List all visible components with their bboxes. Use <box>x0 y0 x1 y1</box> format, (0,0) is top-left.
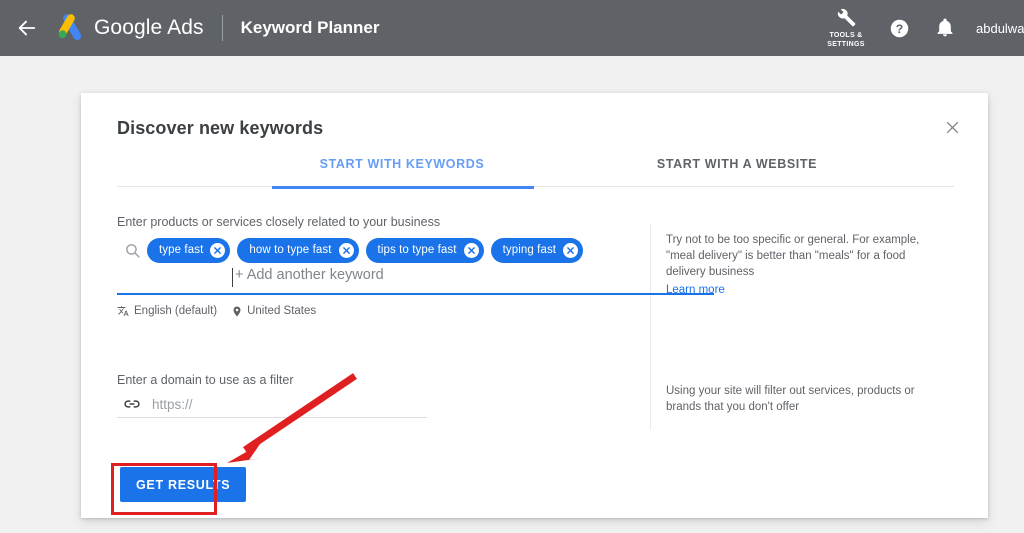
tab-start-with-keywords[interactable]: START WITH KEYWORDS <box>272 153 532 187</box>
keyword-chip-label: how to type fast <box>249 244 332 256</box>
translate-icon <box>117 305 129 316</box>
search-icon <box>117 235 147 265</box>
keyword-chip-label: tips to type fast <box>377 244 457 256</box>
get-results-button[interactable]: GET RESULTS <box>120 467 247 502</box>
chip-close-icon[interactable] <box>563 242 579 258</box>
location-label: United States <box>247 305 317 317</box>
keyword-chip[interactable]: tips to type fast <box>365 237 484 263</box>
tools-label-line2: Settings <box>827 41 865 48</box>
keyword-chip-label: type fast <box>159 244 204 256</box>
help-button[interactable]: ? <box>876 5 922 51</box>
domain-input-underline <box>117 417 427 418</box>
location-selector[interactable]: United States <box>231 305 316 318</box>
learn-more-link[interactable]: Learn more <box>666 284 725 296</box>
keyword-input-underline <box>117 293 714 295</box>
discover-keywords-dialog: Discover new keywords START WITH KEYWORD… <box>81 93 988 518</box>
location-pin-icon <box>233 306 241 316</box>
bell-icon <box>937 18 953 37</box>
wrench-icon <box>837 8 855 27</box>
domain-input-row[interactable]: https:// <box>117 390 427 418</box>
domain-field-label: Enter a domain to use as a filter <box>117 373 294 387</box>
keyword-input[interactable]: + Add another keyword <box>117 266 714 292</box>
keywords-field-label: Enter products or services closely relat… <box>117 215 441 229</box>
keyword-chip[interactable]: typing fast <box>490 237 584 263</box>
tools-and-settings-button[interactable]: Tools & Settings <box>816 7 876 49</box>
tools-label-line1: Tools & <box>829 32 863 39</box>
domain-hint-text: Using your site will filter out services… <box>666 385 915 413</box>
keyword-chip[interactable]: how to type fast <box>237 237 359 263</box>
text-caret <box>232 268 233 287</box>
keyword-chip[interactable]: type fast <box>147 237 231 263</box>
dialog-title: Discover new keywords <box>117 118 324 138</box>
language-label: English (default) <box>134 305 218 317</box>
topbar-divider <box>221 15 223 41</box>
topbar-actions: Tools & Settings ? abdulwa <box>816 0 1024 56</box>
language-selector[interactable]: English (default) <box>117 305 217 318</box>
top-app-bar: Google Ads Keyword Planner Tools & Setti… <box>0 0 1024 56</box>
content-column-divider <box>650 225 651 430</box>
chip-close-icon[interactable] <box>463 242 479 258</box>
notifications-button[interactable] <box>922 5 968 51</box>
google-ads-logo-icon <box>52 13 86 43</box>
page-title: Keyword Planner <box>240 18 380 37</box>
link-icon <box>117 391 147 417</box>
keywords-hint-text: Try not to be too specific or general. F… <box>666 234 920 278</box>
keyword-chip-label: typing fast <box>502 244 557 256</box>
keyword-meta-row: English (default) United States <box>117 301 330 321</box>
tools-and-settings-label: Tools & Settings <box>827 31 864 49</box>
keyword-chips-row: type fast how to type fast tips to type … <box>117 233 637 267</box>
chip-close-icon[interactable] <box>338 242 354 258</box>
help-circle-icon: ? <box>890 19 908 37</box>
tab-start-with-a-website[interactable]: START WITH A WEBSITE <box>607 153 867 187</box>
close-icon[interactable] <box>938 113 966 141</box>
domain-input-placeholder: https:// <box>152 396 193 412</box>
brand-name[interactable]: Google Ads <box>94 16 204 40</box>
back-arrow-icon[interactable] <box>14 15 40 41</box>
account-name[interactable]: abdulwa <box>976 21 1024 36</box>
keyword-input-placeholder: + Add another keyword <box>235 267 384 283</box>
svg-text:?: ? <box>895 21 902 35</box>
active-tab-indicator <box>272 186 534 189</box>
dialog-tabs: START WITH KEYWORDS START WITH A WEBSITE <box>117 153 954 187</box>
chip-close-icon[interactable] <box>210 242 226 258</box>
